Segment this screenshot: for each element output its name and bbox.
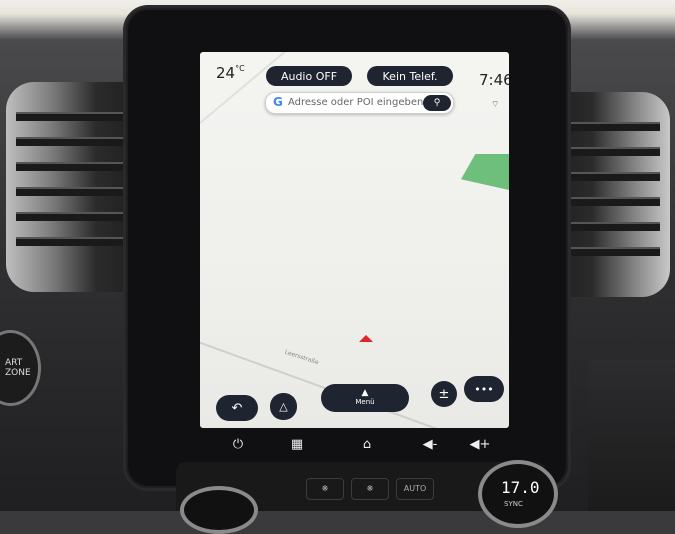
- back-button[interactable]: ↶: [216, 395, 258, 421]
- fan-icon: ❋: [321, 484, 329, 493]
- auto-climate-button[interactable]: AUTO: [396, 478, 434, 500]
- fan-speed-button[interactable]: ❋: [351, 478, 389, 500]
- park-area: [461, 154, 509, 190]
- map-view-icon: △: [279, 400, 288, 413]
- right-dash-panel: [588, 360, 675, 511]
- search-icon: ⚲: [433, 98, 441, 108]
- more-options-button[interactable]: •••: [464, 376, 504, 402]
- apps-grid-icon[interactable]: ▦: [285, 434, 309, 456]
- search-placeholder: Adresse oder POI eingeben: [288, 97, 424, 108]
- search-button[interactable]: ⚲: [423, 95, 451, 111]
- audio-button[interactable]: Audio OFF: [266, 66, 352, 86]
- menu-label: Menü: [355, 398, 375, 406]
- zoom-button[interactable]: ±: [431, 381, 457, 407]
- phone-button[interactable]: Kein Telef.: [367, 66, 453, 86]
- connectivity-icon: ⌔: [491, 100, 500, 110]
- google-logo-icon: G: [273, 95, 283, 109]
- search-field[interactable]: G Adresse oder POI eingeben ⚲: [265, 92, 454, 114]
- street-label: Leersstraße: [283, 348, 320, 367]
- menu-button[interactable]: ▲ Menü: [321, 384, 409, 412]
- clock: 7:46: [479, 71, 509, 89]
- temperature-value: 24: [216, 64, 236, 82]
- navigation-screen[interactable]: Leersstraße 24°C Audio OFF Kein Telef. 7…: [200, 52, 509, 428]
- left-dash-button-label: ART ZONE: [5, 358, 31, 378]
- fan-off-button[interactable]: ❋: [306, 478, 344, 500]
- volume-down-icon[interactable]: ◀-: [418, 434, 442, 456]
- back-arrow-icon: ↶: [231, 400, 243, 416]
- vehicle-position-icon: [359, 335, 373, 342]
- volume-up-icon[interactable]: ◀+: [468, 434, 492, 456]
- home-icon[interactable]: ⌂: [355, 434, 379, 456]
- power-icon[interactable]: ⏻: [226, 434, 250, 456]
- fan-icon: ❋: [366, 484, 374, 493]
- system-bar: ⏻ ▦ ⌂ ◀- ◀+: [200, 428, 509, 462]
- outside-temperature: 24°C: [216, 64, 245, 82]
- temperature-unit: °C: [235, 64, 245, 73]
- left-climate-dial[interactable]: [180, 486, 258, 534]
- map-view-button[interactable]: △: [270, 393, 297, 420]
- sync-label: SYNC: [504, 500, 523, 508]
- temperature-display: 17.0: [501, 478, 540, 497]
- caret-up-icon: ▲: [361, 388, 369, 398]
